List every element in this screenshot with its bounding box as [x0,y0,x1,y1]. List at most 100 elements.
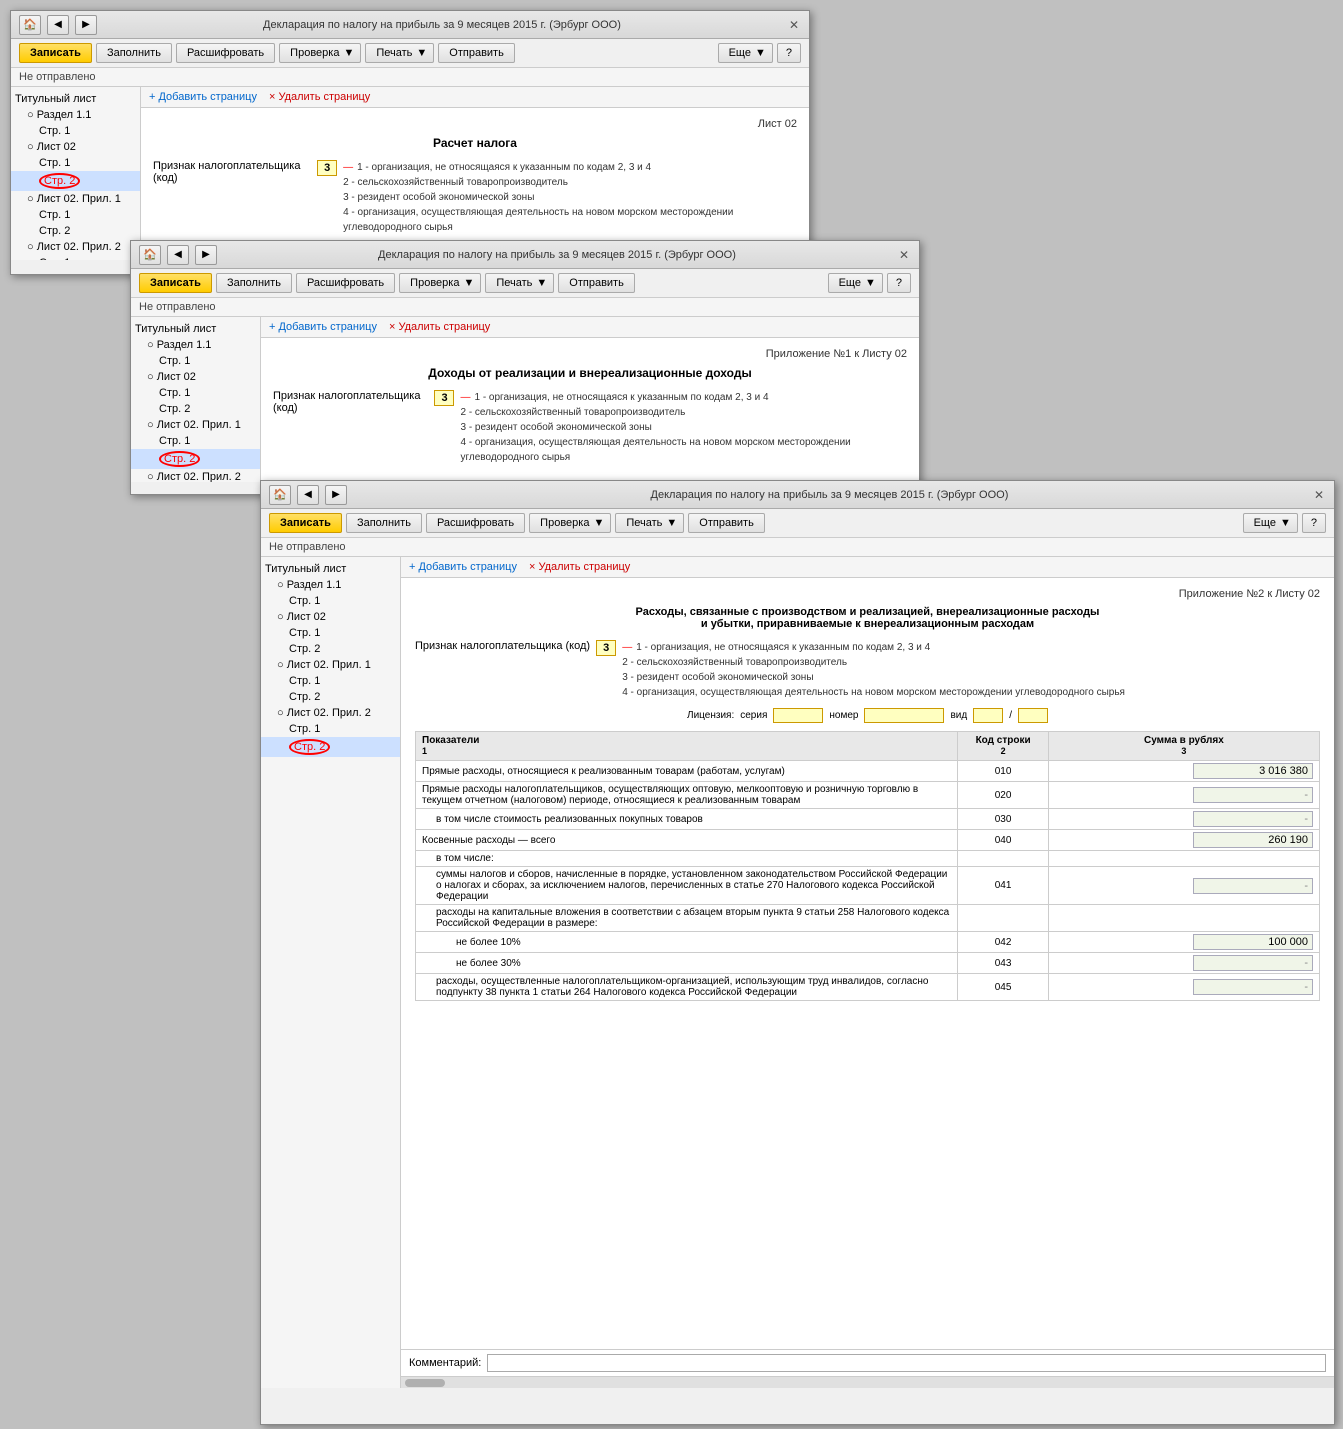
row-value[interactable] [1048,953,1319,974]
taxpayer-code-2[interactable]: 3 [434,390,454,406]
check-button-3[interactable]: Проверка ▼ [529,513,611,533]
home-button-2[interactable]: 🏠 [139,245,161,265]
row-value[interactable] [1048,782,1319,809]
send-button-1[interactable]: Отправить [438,43,515,63]
row-value[interactable] [1048,830,1319,851]
del-page-2[interactable]: Удалить страницу [389,321,490,333]
decode-button-3[interactable]: Расшифровать [426,513,525,533]
row-value[interactable] [1048,761,1319,782]
check-button-2[interactable]: Проверка ▼ [399,273,481,293]
value-input-020[interactable] [1193,787,1313,803]
window-2[interactable]: 🏠 ◀ ▶ Декларация по налогу на прибыль за… [130,240,920,495]
help-button-1[interactable]: ? [777,43,801,63]
sidebar-item-l02-1[interactable]: ○ Лист 02 [11,139,140,155]
sidebar-item-r11-2[interactable]: ○ Раздел 1.1 [131,337,260,353]
sidebar-item-l02a1p1-3[interactable]: Стр. 1 [261,673,400,689]
more-button-2[interactable]: Еще ▼ [828,273,883,293]
sidebar-item-title-3[interactable]: Титульный лист [261,561,400,577]
sidebar-item-l02p1-2[interactable]: Стр. 1 [131,385,260,401]
sidebar-item-l02a1-3[interactable]: ○ Лист 02. Прил. 1 [261,657,400,673]
window-1[interactable]: 🏠 ◀ ▶ Декларация по налогу на прибыль за… [10,10,810,275]
taxpayer-code-3[interactable]: 3 [596,640,616,656]
vid-input-2[interactable] [1018,708,1048,723]
del-page-1[interactable]: Удалить страницу [269,91,370,103]
row-value[interactable] [1048,932,1319,953]
value-input-045[interactable] [1193,979,1313,995]
value-input-041[interactable] [1193,878,1313,894]
row-value[interactable] [1048,974,1319,1001]
forward-button-2[interactable]: ▶ [195,245,217,265]
home-button-3[interactable]: 🏠 [269,485,291,505]
sidebar-item-l02p2-3[interactable]: Стр. 2 [261,641,400,657]
add-page-1[interactable]: Добавить страницу [149,91,257,103]
help-button-2[interactable]: ? [887,273,911,293]
save-button-3[interactable]: Записать [269,513,342,533]
check-button-1[interactable]: Проверка ▼ [279,43,361,63]
help-button-3[interactable]: ? [1302,513,1326,533]
print-button-3[interactable]: Печать ▼ [615,513,684,533]
value-input-030[interactable] [1193,811,1313,827]
more-button-3[interactable]: Еще ▼ [1243,513,1298,533]
fill-button-1[interactable]: Заполнить [96,43,172,63]
sidebar-item-l02a2p2-3[interactable]: Стр. 2 [261,737,400,757]
sidebar-item-l02a1p2-1[interactable]: Стр. 2 [11,223,140,239]
add-page-3[interactable]: Добавить страницу [409,561,517,573]
sidebar-item-l02a1p2-3[interactable]: Стр. 2 [261,689,400,705]
sidebar-item-title-2[interactable]: Титульный лист [131,321,260,337]
more-button-1[interactable]: Еще ▼ [718,43,773,63]
decode-button-2[interactable]: Расшифровать [296,273,395,293]
sidebar-item-l02a2p1-3[interactable]: Стр. 1 [261,721,400,737]
sidebar-item-l02a1-1[interactable]: ○ Лист 02. Прил. 1 [11,191,140,207]
close-button-3[interactable]: ✕ [1312,488,1326,502]
save-button-1[interactable]: Записать [19,43,92,63]
sidebar-item-l02p2-2[interactable]: Стр. 2 [131,401,260,417]
sidebar-item-l02a2-1[interactable]: ○ Лист 02. Прил. 2 [11,239,140,255]
sidebar-item-l02a1p1-2[interactable]: Стр. 1 [131,433,260,449]
vid-input-1[interactable] [973,708,1003,723]
taxpayer-code-1[interactable]: 3 [317,160,337,176]
sidebar-item-r11-1[interactable]: ○ Раздел 1.1 [11,107,140,123]
print-button-2[interactable]: Печать ▼ [485,273,554,293]
fill-button-2[interactable]: Заполнить [216,273,292,293]
value-input-010[interactable] [1193,763,1313,779]
sidebar-item-l02a1p1-1[interactable]: Стр. 1 [11,207,140,223]
sidebar-item-title-1[interactable]: Титульный лист [11,91,140,107]
sidebar-item-l02-3[interactable]: ○ Лист 02 [261,609,400,625]
back-button-3[interactable]: ◀ [297,485,319,505]
sidebar-item-l02p1-1[interactable]: Стр. 1 [11,155,140,171]
back-button-1[interactable]: ◀ [47,15,69,35]
sidebar-item-r11p1-1[interactable]: Стр. 1 [11,123,140,139]
value-input-043[interactable] [1193,955,1313,971]
sidebar-item-l02p2-1[interactable]: Стр. 2 [11,171,140,191]
send-button-2[interactable]: Отправить [558,273,635,293]
sidebar-item-l02a1-2[interactable]: ○ Лист 02. Прил. 1 [131,417,260,433]
sidebar-item-l02a2-2[interactable]: ○ Лист 02. Прил. 2 [131,469,260,482]
sidebar-item-r11p1-2[interactable]: Стр. 1 [131,353,260,369]
close-button-1[interactable]: ✕ [787,18,801,32]
value-input-040[interactable] [1193,832,1313,848]
forward-button-3[interactable]: ▶ [325,485,347,505]
scrollbar-h-3[interactable] [401,1376,1334,1388]
del-page-3[interactable]: Удалить страницу [529,561,630,573]
sidebar-item-r11p1-3[interactable]: Стр. 1 [261,593,400,609]
home-button-1[interactable]: 🏠 [19,15,41,35]
value-input-042[interactable] [1193,934,1313,950]
sidebar-item-r11-3[interactable]: ○ Раздел 1.1 [261,577,400,593]
nomer-input[interactable] [864,708,944,723]
add-page-2[interactable]: Добавить страницу [269,321,377,333]
window-3[interactable]: 🏠 ◀ ▶ Декларация по налогу на прибыль за… [260,480,1335,1425]
save-button-2b[interactable]: Записать [139,273,212,293]
print-button-1[interactable]: Печать ▼ [365,43,434,63]
sidebar-item-l02p1-3[interactable]: Стр. 1 [261,625,400,641]
back-button-2[interactable]: ◀ [167,245,189,265]
sidebar-item-l02a1p2-2[interactable]: Стр. 2 [131,449,260,469]
close-button-2[interactable]: ✕ [897,248,911,262]
sidebar-item-l02a2-3[interactable]: ○ Лист 02. Прил. 2 [261,705,400,721]
row-value[interactable] [1048,809,1319,830]
forward-button-1[interactable]: ▶ [75,15,97,35]
sidebar-item-l02-2[interactable]: ○ Лист 02 [131,369,260,385]
fill-button-3[interactable]: Заполнить [346,513,422,533]
row-value[interactable] [1048,867,1319,905]
comment-input-3[interactable] [487,1354,1326,1372]
sidebar-item-l02a2p1-1[interactable]: Стр. 1 [11,255,140,260]
